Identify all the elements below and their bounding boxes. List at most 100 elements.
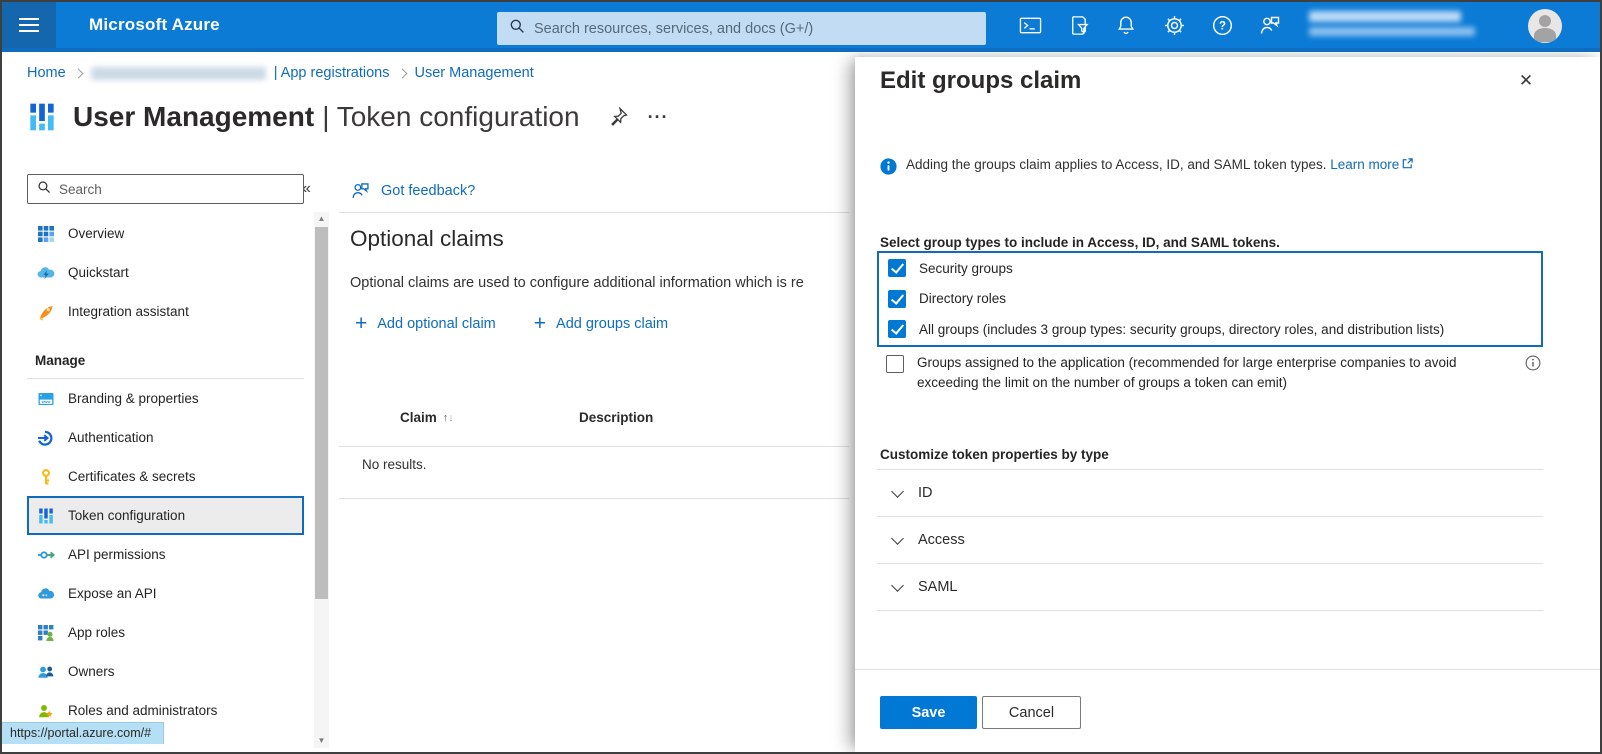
feedback-icon xyxy=(350,180,371,201)
info-text: Adding the groups claim applies to Acces… xyxy=(906,157,1326,172)
accordion-id[interactable]: ID xyxy=(877,470,1543,517)
app-roles-icon xyxy=(37,624,55,642)
info-message: Adding the groups claim applies to Acces… xyxy=(880,157,1580,178)
directory-roles-checkbox-row[interactable]: Directory roles xyxy=(879,284,1541,315)
cancel-button[interactable]: Cancel xyxy=(982,696,1081,729)
group-types-box: Security groups Directory roles All grou… xyxy=(877,251,1543,347)
sidebar-nav: Overview Quickstart Integration assistan… xyxy=(27,214,304,730)
chevron-down-icon xyxy=(891,579,904,592)
search-icon xyxy=(37,180,51,199)
sidebar-item-branding-properties[interactable]: www Branding & properties xyxy=(27,379,304,418)
panel-title: Edit groups claim xyxy=(880,67,1081,95)
chevron-right-icon xyxy=(73,68,83,78)
global-search-input[interactable]: Search resources, services, and docs (G+… xyxy=(497,12,986,45)
save-button[interactable]: Save xyxy=(880,696,977,729)
edit-groups-claim-panel: Edit groups claim ✕ Adding the groups cl… xyxy=(855,57,1602,752)
optional-claims-heading: Optional claims xyxy=(350,226,504,252)
info-icon xyxy=(880,158,897,178)
pin-icon[interactable] xyxy=(606,105,630,129)
hamburger-menu-button[interactable] xyxy=(2,2,56,48)
sidebar-item-app-roles[interactable]: App roles xyxy=(27,613,304,652)
hamburger-icon xyxy=(19,18,39,20)
no-results-text: No results. xyxy=(362,457,427,472)
checkbox-unchecked-icon[interactable] xyxy=(886,355,904,373)
sidebar-item-api-permissions[interactable]: API permissions xyxy=(27,535,304,574)
key-icon xyxy=(37,468,55,486)
authentication-icon xyxy=(37,429,55,447)
help-icon[interactable]: ? xyxy=(1210,13,1234,37)
sidebar-item-certificates-secrets[interactable]: Certificates & secrets xyxy=(27,457,304,496)
status-bar-url: https://portal.azure.com/# xyxy=(2,722,164,744)
got-feedback-link[interactable]: Got feedback? xyxy=(350,180,475,201)
checkbox-checked-icon[interactable] xyxy=(888,290,906,308)
scroll-down-arrow-icon[interactable]: ▼ xyxy=(314,734,329,748)
add-optional-claim-button[interactable]: + Add optional claim xyxy=(355,315,496,333)
settings-gear-icon[interactable] xyxy=(1162,13,1186,37)
sidebar-item-overview[interactable]: Overview xyxy=(27,214,304,253)
breadcrumb-home[interactable]: Home xyxy=(27,65,66,81)
azure-brand-title[interactable]: Microsoft Azure xyxy=(89,15,220,35)
checkbox-checked-icon[interactable] xyxy=(888,320,906,338)
sidebar-search-input[interactable]: Search xyxy=(27,174,304,204)
token-type-accordions: ID Access SAML xyxy=(877,469,1543,611)
sidebar-item-quickstart[interactable]: Quickstart xyxy=(27,253,304,292)
info-outline-icon[interactable] xyxy=(1525,355,1541,376)
account-info-redacted[interactable] xyxy=(1309,11,1477,41)
plus-icon: + xyxy=(355,315,367,333)
sidebar-item-authentication[interactable]: Authentication xyxy=(27,418,304,457)
close-icon[interactable]: ✕ xyxy=(1515,70,1537,92)
groups-assigned-checkbox-row[interactable]: Groups assigned to the application (reco… xyxy=(877,353,1517,394)
sidebar-item-owners[interactable]: Owners xyxy=(27,652,304,691)
scroll-up-arrow-icon[interactable]: ▲ xyxy=(314,212,329,226)
claim-column-header[interactable]: Claim ↑↓ xyxy=(400,410,454,425)
sidebar-item-token-configuration[interactable]: Token configuration xyxy=(27,496,304,535)
scrollbar-thumb[interactable] xyxy=(315,227,328,599)
breadcrumb-tenant-redacted[interactable] xyxy=(91,67,266,80)
overview-icon xyxy=(37,225,55,243)
all-groups-checkbox-row[interactable]: All groups (includes 3 group types: secu… xyxy=(879,314,1541,345)
rocket-icon xyxy=(37,303,55,321)
more-options-icon[interactable]: ··· xyxy=(648,112,669,122)
accordion-saml[interactable]: SAML xyxy=(877,564,1543,611)
chevron-down-icon xyxy=(891,532,904,545)
sidebar-search-placeholder: Search xyxy=(59,182,102,197)
top-bar: Microsoft Azure Search resources, servic… xyxy=(2,2,1600,52)
directory-filter-icon[interactable] xyxy=(1066,13,1090,37)
select-group-types-label: Select group types to include in Access,… xyxy=(880,235,1280,250)
cloud-shell-icon[interactable] xyxy=(1018,13,1042,37)
divider xyxy=(855,669,1602,670)
top-bar-icons: ? xyxy=(1018,2,1282,48)
claims-actions: + Add optional claim + Add groups claim xyxy=(355,315,668,333)
roles-administrators-icon xyxy=(37,702,55,720)
notifications-bell-icon[interactable] xyxy=(1114,13,1138,37)
breadcrumb-user-management[interactable]: User Management xyxy=(415,65,534,81)
chevron-right-icon xyxy=(397,68,407,78)
sidebar-item-expose-api[interactable]: Expose an API xyxy=(27,574,304,613)
security-groups-checkbox-row[interactable]: Security groups xyxy=(879,253,1541,284)
cloud-icon xyxy=(37,585,55,603)
sidebar-section-manage: Manage xyxy=(27,331,304,379)
breadcrumb: Home | App registrations User Management xyxy=(27,63,534,83)
svg-text:?: ? xyxy=(1218,20,1225,32)
top-bar-bottom-strip xyxy=(2,48,1600,52)
svg-text:www: www xyxy=(41,400,51,404)
sidebar: Search Overview Quickstart Integration a… xyxy=(27,174,304,730)
checkbox-checked-icon[interactable] xyxy=(888,259,906,277)
chevron-down-icon xyxy=(891,485,904,498)
token-configuration-icon xyxy=(27,100,57,134)
page-title: User Management| Token configuration xyxy=(73,101,580,133)
description-column-header[interactable]: Description xyxy=(579,410,653,425)
add-groups-claim-button[interactable]: + Add groups claim xyxy=(534,315,668,333)
divider xyxy=(339,446,849,447)
divider xyxy=(339,498,849,499)
sidebar-item-integration-assistant[interactable]: Integration assistant xyxy=(27,292,304,331)
avatar[interactable] xyxy=(1528,9,1562,43)
breadcrumb-app-registrations[interactable]: | App registrations xyxy=(274,65,390,81)
feedback-icon[interactable] xyxy=(1258,13,1282,37)
accordion-access[interactable]: Access xyxy=(877,517,1543,564)
learn-more-link[interactable]: Learn more xyxy=(1330,157,1399,172)
token-configuration-icon xyxy=(37,507,55,525)
sidebar-scrollbar[interactable]: ▲ ▼ xyxy=(314,212,329,748)
api-permissions-icon xyxy=(37,546,55,564)
branding-icon: www xyxy=(37,390,55,408)
